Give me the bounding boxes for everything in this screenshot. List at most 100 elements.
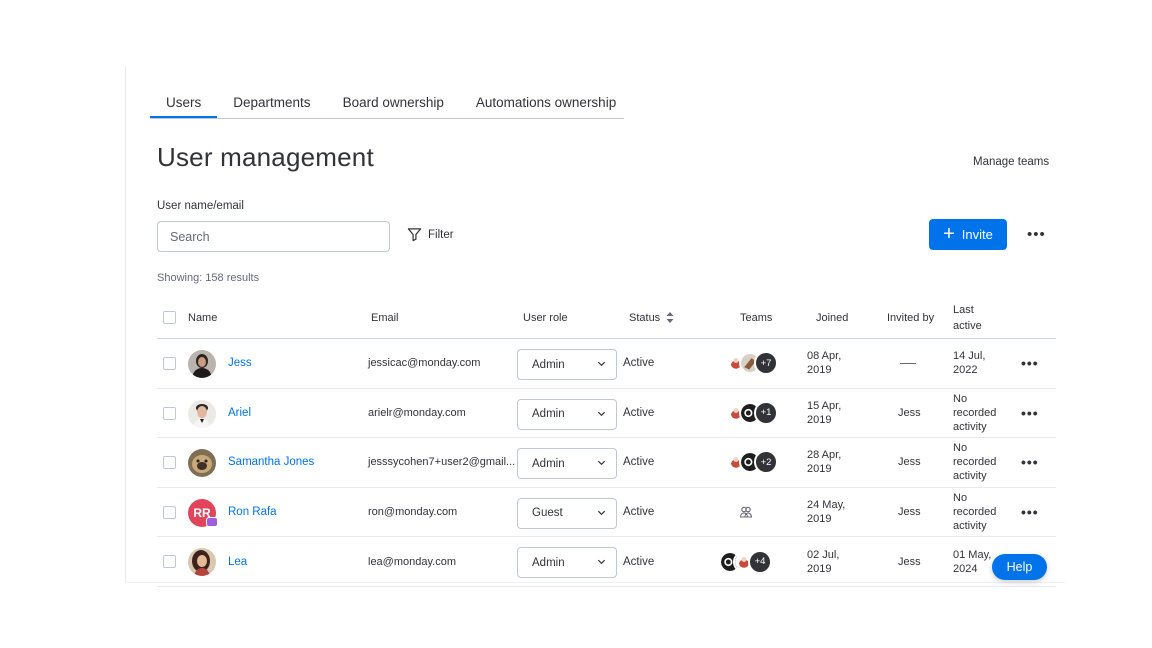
teams-avatars[interactable] — [739, 488, 753, 537]
select-all-checkbox[interactable] — [163, 311, 176, 324]
avatar — [188, 449, 216, 478]
table-row: Ariel arielr@monday.com Admin Active +1 … — [157, 389, 1056, 439]
table-row: RR Ron Rafa ron@monday.com Guest Active … — [157, 488, 1056, 538]
role-dropdown[interactable]: Admin — [517, 398, 617, 430]
role-dropdown[interactable]: Admin — [517, 349, 617, 380]
row-more-icon[interactable]: ••• — [1021, 488, 1039, 537]
teams-more-count: +1 — [754, 400, 778, 425]
chevron-down-icon — [597, 411, 606, 416]
user-email: lea@monday.com — [368, 555, 456, 568]
tab-board-ownership[interactable]: Board ownership — [327, 88, 460, 118]
plus-icon: + — [943, 222, 955, 245]
status-text: Active — [623, 357, 655, 370]
user-email: ron@monday.com — [368, 506, 458, 519]
header-name: Name — [188, 311, 218, 324]
chevron-down-icon — [597, 460, 606, 466]
table-row: Lea lea@monday.com Admin Active +4 02 Ju… — [157, 537, 1056, 587]
users-table: Name Email User role Status Teams Joined… — [157, 297, 1056, 587]
joined-date: 08 Apr, 2019 — [807, 350, 842, 377]
role-value: Admin — [532, 556, 565, 569]
role-value: Admin — [532, 408, 565, 421]
tab-bar: Users Departments Board ownership Automa… — [150, 88, 624, 119]
team-icon — [739, 506, 753, 518]
chevron-down-icon — [597, 510, 606, 515]
user-name-link[interactable]: Ariel — [228, 407, 251, 419]
invited-by: Jess — [898, 555, 921, 568]
invited-by: Jess — [898, 406, 921, 419]
status-text: Active — [623, 506, 655, 519]
tab-users[interactable]: Users — [150, 88, 218, 118]
teams-more-count: +2 — [754, 450, 778, 475]
results-count: Showing: 158 results — [157, 272, 260, 284]
teams-avatars[interactable]: +1 — [725, 389, 778, 438]
tab-departments[interactable]: Departments — [217, 88, 326, 118]
header-status[interactable]: Status — [629, 297, 674, 338]
avatar — [188, 399, 216, 428]
invite-button[interactable]: + Invite — [929, 219, 1007, 250]
search-input[interactable] — [157, 221, 390, 252]
more-options-icon[interactable]: ••• — [1027, 226, 1046, 243]
row-checkbox[interactable] — [163, 505, 176, 519]
filter-icon — [407, 228, 422, 242]
teams-more-count: +7 — [754, 351, 778, 376]
chevron-down-icon — [597, 361, 606, 367]
header-invited-by: Invited by — [887, 311, 935, 324]
invited-by: Jess — [898, 506, 921, 519]
header-teams: Teams — [740, 311, 773, 324]
teams-avatars[interactable]: +2 — [725, 438, 778, 487]
sort-icon — [666, 312, 674, 323]
last-active: No recorded activity — [953, 492, 997, 533]
help-button[interactable]: Help — [992, 554, 1047, 580]
row-more-icon[interactable]: ••• — [1021, 389, 1039, 438]
last-active: No recorded activity — [953, 442, 997, 483]
status-text: Active — [623, 555, 655, 568]
role-dropdown[interactable]: Guest — [517, 497, 617, 529]
chevron-down-icon — [597, 560, 606, 565]
invite-label: Invite — [961, 227, 993, 242]
role-value: Admin — [532, 457, 565, 470]
row-checkbox[interactable] — [163, 357, 176, 370]
filter-button[interactable]: Filter — [407, 227, 454, 242]
search-label: User name/email — [157, 200, 244, 212]
manage-teams-button[interactable]: Manage teams — [970, 154, 1052, 170]
header-email: Email — [371, 311, 399, 324]
panel-left-border — [125, 66, 126, 583]
table-header: Name Email User role Status Teams Joined… — [157, 297, 1056, 339]
row-checkbox[interactable] — [163, 555, 176, 569]
user-name-link[interactable]: Lea — [228, 556, 247, 568]
teams-avatars[interactable]: +7 — [725, 339, 778, 388]
row-checkbox[interactable] — [163, 406, 176, 420]
guest-badge-icon — [206, 516, 218, 527]
teams-avatars[interactable]: +4 — [719, 537, 772, 586]
filter-label: Filter — [428, 228, 454, 241]
user-name-link[interactable]: Samantha Jones — [228, 456, 314, 468]
header-status-label: Status — [629, 311, 661, 324]
role-dropdown[interactable]: Admin — [517, 547, 617, 579]
teams-more-count: +4 — [748, 549, 772, 574]
role-value: Admin — [532, 358, 565, 371]
role-dropdown[interactable]: Admin — [517, 448, 617, 480]
tab-automations-ownership[interactable]: Automations ownership — [460, 88, 632, 118]
table-row: Jess jessicac@monday.com Admin Active +7… — [157, 339, 1056, 389]
row-more-icon[interactable]: ••• — [1021, 339, 1039, 388]
header-joined: Joined — [816, 311, 849, 324]
row-checkbox[interactable] — [163, 456, 176, 470]
header-last-active: Last active — [953, 303, 982, 332]
joined-date: 24 May, 2019 — [807, 499, 846, 526]
user-email: jessicac@monday.com — [368, 357, 481, 370]
invited-by-empty — [900, 362, 916, 364]
user-email: jesssycohen7+user2@gmail... — [368, 456, 516, 469]
user-name-link[interactable]: Jess — [228, 357, 252, 369]
row-more-icon[interactable]: ••• — [1021, 438, 1039, 487]
joined-date: 02 Jul, 2019 — [807, 548, 840, 575]
invited-by: Jess — [898, 456, 921, 469]
user-email: arielr@monday.com — [368, 406, 466, 419]
avatar — [188, 548, 216, 577]
avatar — [188, 350, 216, 378]
page-title: User management — [157, 142, 374, 172]
joined-date: 28 Apr, 2019 — [807, 449, 842, 476]
joined-date: 15 Apr, 2019 — [807, 399, 842, 426]
last-active: No recorded activity — [953, 392, 997, 433]
user-name-link[interactable]: Ron Rafa — [228, 506, 277, 518]
status-text: Active — [623, 406, 655, 419]
